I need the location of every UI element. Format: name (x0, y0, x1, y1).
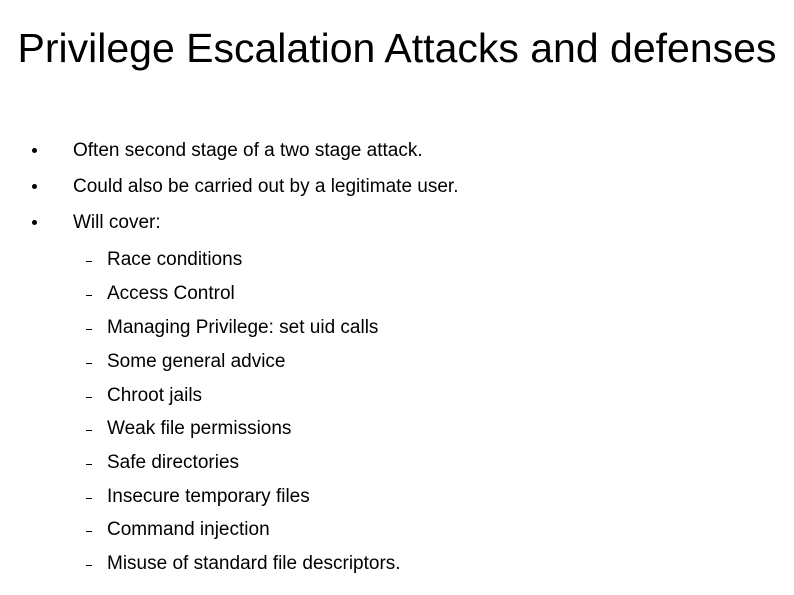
sub-bullet-text: Insecure temporary files (107, 486, 310, 507)
sub-bullet-text: Managing Privilege: set uid calls (107, 317, 379, 338)
dash-icon (86, 397, 92, 398)
sub-bullet-text: Some general advice (107, 351, 286, 372)
dash-icon (86, 565, 92, 566)
bullet-text: Often second stage of a two stage attack… (73, 140, 423, 161)
bullet-item: Will cover: (0, 211, 794, 235)
sub-bullet-text: Access Control (107, 283, 235, 304)
sub-bullet-text: Safe directories (107, 452, 240, 473)
dash-icon (86, 329, 92, 330)
sub-bullet-item: Access Control (0, 282, 794, 306)
sub-bullet-text: Misuse of standard file descriptors. (107, 553, 401, 574)
sub-bullet-text: Race conditions (107, 249, 243, 270)
sub-bullet-text: Command injection (107, 519, 270, 540)
sub-bullet-item: Command injection (0, 518, 794, 542)
sub-bullet-text: Chroot jails (107, 385, 203, 406)
dash-icon (86, 430, 92, 431)
bullet-dot-icon (32, 148, 37, 153)
sub-bullet-item: Insecure temporary files (0, 485, 794, 509)
bullet-text: Will cover: (73, 212, 161, 233)
bullet-item: Could also be carried out by a legitimat… (0, 175, 794, 199)
bullet-dot-icon (32, 220, 37, 225)
sub-bullet-item: Misuse of standard file descriptors. (0, 552, 794, 576)
sub-bullet-item: Weak file permissions (0, 417, 794, 441)
dash-icon (86, 363, 92, 364)
sub-bullet-item: Managing Privilege: set uid calls (0, 316, 794, 340)
bullet-item: Often second stage of a two stage attack… (0, 139, 794, 163)
dash-icon (86, 531, 92, 532)
slide-title: Privilege Escalation Attacks and defense… (17, 25, 777, 71)
sub-bullet-item: Safe directories (0, 451, 794, 475)
sub-bullet-text: Weak file permissions (107, 418, 292, 439)
bullet-dot-icon (32, 184, 37, 189)
sub-bullet-item: Race conditions (0, 248, 794, 272)
dash-icon (86, 498, 92, 499)
sub-bullet-item: Some general advice (0, 350, 794, 374)
dash-icon (86, 295, 92, 296)
dash-icon (86, 261, 92, 262)
bullet-text: Could also be carried out by a legitimat… (73, 176, 459, 197)
sub-bullet-item: Chroot jails (0, 384, 794, 408)
dash-icon (86, 464, 92, 465)
